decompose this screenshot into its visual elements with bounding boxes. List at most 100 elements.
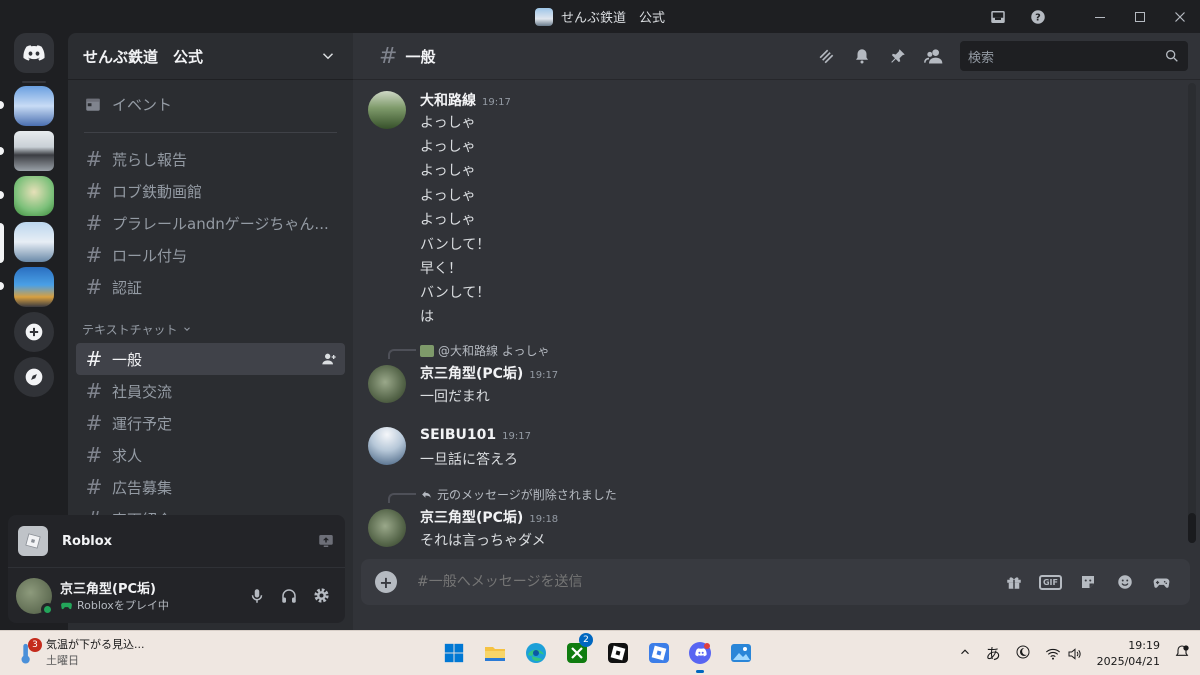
channel-item[interactable]: # 認証 (76, 271, 345, 303)
avatar[interactable] (368, 427, 406, 465)
discord-home-button[interactable] (14, 33, 54, 73)
message-text: よっしゃ (420, 188, 476, 204)
channel-item-active[interactable]: # 一般 (76, 343, 345, 375)
start-button[interactable] (438, 637, 470, 669)
server-icon (534, 7, 553, 26)
explore-servers-button[interactable] (14, 357, 54, 397)
hash-icon: # (85, 211, 103, 235)
chat-header: # 一般 検索 (353, 33, 1200, 80)
mute-button[interactable] (241, 580, 273, 612)
message-text: よっしゃ (420, 163, 476, 179)
deafen-button[interactable] (273, 580, 305, 612)
server-icon-3[interactable] (14, 176, 54, 216)
user-settings-button[interactable] (305, 580, 337, 612)
photos-button[interactable] (725, 637, 757, 669)
gamepad-icon (61, 602, 72, 609)
xbox-button[interactable]: 2 (561, 633, 593, 669)
member-list-button[interactable] (916, 44, 952, 68)
message-author[interactable]: 京三角型(PC垢) (420, 366, 523, 382)
activity-panel[interactable]: Roblox (8, 515, 345, 567)
channel-item[interactable]: # 求人 (76, 439, 345, 471)
channel-item[interactable]: # 荒らし報告 (76, 143, 345, 175)
gamepad-icon (1153, 578, 1170, 588)
weather-widget[interactable]: 3 気温が下がる見込... 土曜日 (16, 637, 145, 668)
channel-item[interactable]: # プラレールandnゲージちゃん... (76, 207, 345, 239)
plus-icon (25, 323, 43, 341)
search-input[interactable]: 検索 (960, 41, 1188, 71)
file-explorer-button[interactable] (479, 637, 511, 669)
avatar[interactable] (368, 91, 406, 129)
category-header[interactable]: テキストチャット (76, 317, 345, 341)
headphones-icon (282, 588, 296, 603)
stream-icon[interactable] (317, 532, 335, 550)
channel-label: 一般 (112, 350, 143, 369)
edge-browser-button[interactable] (520, 637, 552, 669)
pinned-messages-button[interactable] (880, 44, 916, 68)
close-button[interactable] (1160, 0, 1200, 33)
chevron-up-icon[interactable] (958, 645, 972, 663)
network-volume-group[interactable] (1045, 646, 1083, 662)
add-server-button[interactable] (14, 312, 54, 352)
avatar[interactable] (368, 365, 406, 403)
server-icon-current[interactable] (14, 222, 54, 262)
activity-game-name: Roblox (62, 533, 113, 549)
events-label: イベント (112, 95, 173, 114)
roblox-studio-button[interactable] (643, 637, 675, 669)
upload-button[interactable]: + (375, 571, 397, 593)
system-tray: あ 19:19 2025/04/21 (958, 631, 1190, 675)
rail-separator (22, 81, 46, 83)
thermometer-icon: 3 (16, 637, 42, 666)
minimize-button[interactable] (1080, 0, 1120, 33)
server-header[interactable]: せんぶ鉄道 公式 (68, 33, 353, 80)
reply-preview[interactable]: @大和路線 よっしゃ (420, 342, 549, 359)
edge-icon (526, 643, 546, 663)
wifi-icon (1045, 648, 1060, 660)
message-author[interactable]: SEIBU101 (420, 427, 496, 443)
events-item[interactable]: イベント (76, 88, 345, 120)
message-timestamp: 19:17 (482, 97, 511, 108)
channel-item[interactable]: # ロール付与 (76, 239, 345, 271)
notifications-button[interactable] (844, 44, 880, 68)
channel-item[interactable]: # 社員交流 (76, 375, 345, 407)
gift-button[interactable] (995, 567, 1032, 597)
server-icon-1[interactable] (14, 86, 54, 126)
message-text: よっしゃ (420, 212, 476, 228)
server-icon-5[interactable] (14, 267, 54, 307)
sticker-button[interactable] (1069, 567, 1106, 597)
maximize-button[interactable] (1120, 0, 1160, 33)
avatar[interactable] (368, 509, 406, 547)
gif-button[interactable]: GIF (1032, 567, 1069, 597)
roblox-taskbar-button[interactable] (602, 637, 634, 669)
emoji-button[interactable] (1106, 567, 1143, 597)
reply-avatar (420, 344, 434, 357)
activities-button[interactable] (1143, 567, 1180, 597)
channel-item[interactable]: # ロブ鉄動画館 (76, 175, 345, 207)
message-author[interactable]: 京三角型(PC垢) (420, 510, 523, 526)
server-icon-2[interactable] (14, 131, 54, 171)
threads-button[interactable] (808, 44, 844, 68)
unread-pill (0, 101, 4, 109)
message-input[interactable] (417, 574, 995, 590)
message-author[interactable]: 大和路線 (420, 93, 476, 109)
search-icon (1166, 50, 1178, 62)
help-icon[interactable]: ? (1018, 0, 1058, 33)
volume-icon (1068, 647, 1081, 660)
avatar[interactable] (16, 577, 54, 616)
scrollbar[interactable] (1188, 83, 1196, 543)
inbox-icon[interactable] (978, 0, 1018, 33)
sticker-icon (1081, 576, 1094, 588)
focus-moon-icon[interactable] (1015, 644, 1031, 664)
channel-item[interactable]: # 広告募集 (76, 471, 345, 503)
message-text: バンして！ (420, 285, 491, 301)
invite-member-icon[interactable] (321, 351, 337, 367)
discord-taskbar-button[interactable] (684, 637, 716, 673)
notification-bell-icon[interactable] (1174, 644, 1190, 664)
scrollbar-thumb[interactable] (1188, 513, 1196, 543)
clock[interactable]: 19:19 2025/04/21 (1097, 638, 1160, 670)
message-header: 京三角型(PC垢) 19:18 (420, 507, 558, 527)
title-bar: せんぶ鉄道 公式 ? (0, 0, 1200, 33)
taskbar: 3 気温が下がる見込... 土曜日 2 あ 19:19 2025/04/21 (0, 630, 1200, 675)
ime-indicator[interactable]: あ (986, 643, 1001, 664)
channel-item[interactable]: # 運行予定 (76, 407, 345, 439)
channel-label: 運行予定 (112, 414, 173, 433)
